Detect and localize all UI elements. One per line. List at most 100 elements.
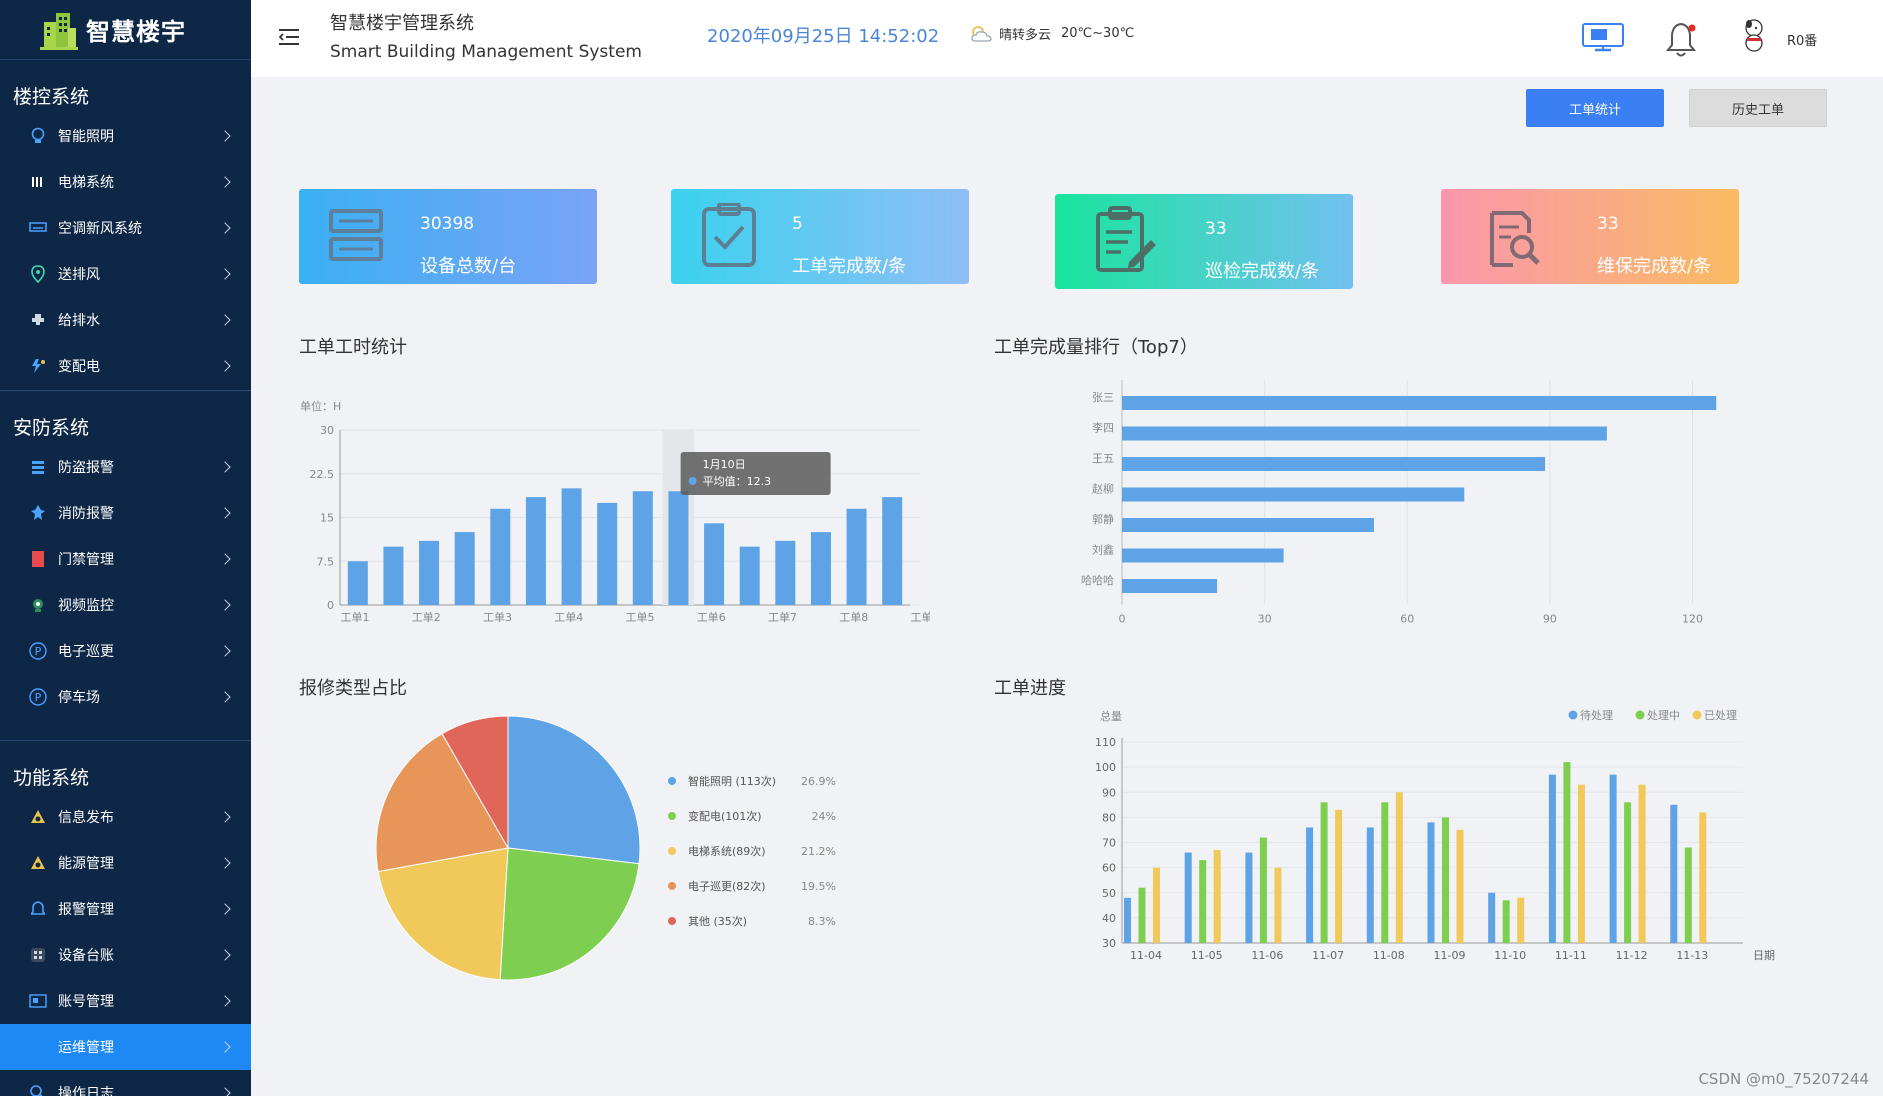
sidebar-item[interactable]: 变配电 xyxy=(0,343,251,389)
patrol-icon: P xyxy=(28,641,48,661)
monitor-icon[interactable] xyxy=(1581,20,1625,54)
bar xyxy=(347,561,368,605)
chevron-right-icon xyxy=(219,130,231,142)
user-name[interactable]: R0番 xyxy=(1787,30,1817,49)
sidebar-item[interactable]: 账号管理 xyxy=(0,978,251,1024)
nav-group: 功能系统 信息发布 能源管理 报警管理 设备台账 账号管理 运维管理 操作日志 xyxy=(0,741,251,1096)
sidebar-item-label: 送排风 xyxy=(58,267,100,283)
y-tick-label: 赵柳 xyxy=(1092,482,1114,496)
y-tick-label: 刘鑫 xyxy=(1092,543,1114,557)
chevron-right-icon xyxy=(219,360,231,372)
sidebar-item-label: 智能照明 xyxy=(58,129,114,145)
history-orders-button[interactable]: 历史工单 xyxy=(1689,89,1827,127)
stat-card-orders[interactable]: 5 工单完成数/条 xyxy=(671,189,969,284)
chevron-right-icon xyxy=(219,314,231,326)
sidebar-item-label: 运维管理 xyxy=(58,1040,114,1056)
sidebar-item[interactable]: 信息发布 xyxy=(0,794,251,840)
bar xyxy=(1306,827,1314,943)
chevron-right-icon xyxy=(219,645,231,657)
legend-label: 处理中 xyxy=(1647,709,1680,722)
sidebar-item[interactable]: P 电子巡更 xyxy=(0,628,251,674)
legend-marker xyxy=(668,917,676,925)
sidebar-item[interactable]: 送排风 xyxy=(0,251,251,297)
sidebar-item[interactable]: 空调新风系统 xyxy=(0,205,251,251)
legend-marker xyxy=(668,812,676,820)
stat-card-devices[interactable]: 30398 设备总数/台 xyxy=(299,189,597,284)
bar xyxy=(739,546,760,605)
bar xyxy=(1488,892,1496,943)
x-tick-label: 90 xyxy=(1543,613,1557,626)
x-tick-label: 30 xyxy=(1258,613,1272,626)
x-tick-label: 工单1 xyxy=(341,611,370,624)
server-icon xyxy=(329,209,383,261)
menu-toggle-icon[interactable] xyxy=(279,28,301,46)
legend-marker xyxy=(668,847,676,855)
bar xyxy=(1366,827,1374,943)
bar xyxy=(846,508,867,605)
nav-group: 楼控系统智能照明电梯系统空调新风系统送排风给排水 变配电 xyxy=(0,60,251,391)
y-tick-label: 张三 xyxy=(1092,391,1114,404)
legend-percent: 26.9% xyxy=(801,775,836,788)
x-tick-label: 11-04 xyxy=(1130,949,1162,962)
chevron-right-icon xyxy=(219,995,231,1007)
bar xyxy=(1274,867,1282,943)
sidebar-item-label: 能源管理 xyxy=(58,856,114,872)
sidebar-item-label: 电梯系统 xyxy=(58,175,114,191)
ac-icon xyxy=(28,218,48,238)
sidebar-item[interactable]: 视频监控 xyxy=(0,582,251,628)
sidebar-item[interactable]: 运维管理 xyxy=(0,1024,251,1070)
work-order-stats-button[interactable]: 工单统计 xyxy=(1526,89,1664,127)
legend-label: 智能照明 (113次) xyxy=(688,774,776,788)
hours-chart-title: 工单工时统计 xyxy=(299,337,407,358)
current-datetime: 2020年09月25日 14:52:02 xyxy=(707,26,940,47)
stat-value: 33 xyxy=(1205,219,1227,239)
document-search-icon xyxy=(1490,211,1540,267)
stat-card-maintenance[interactable]: 33 维保完成数/条 xyxy=(1441,189,1739,284)
y-tick-label: 0 xyxy=(327,599,334,612)
sidebar-item[interactable]: 报警管理 xyxy=(0,886,251,932)
sidebar-item[interactable]: 设备台账 xyxy=(0,932,251,978)
clipboard-edit-icon xyxy=(1096,206,1156,272)
bar xyxy=(1245,852,1253,943)
nav-group-title: 楼控系统 xyxy=(13,86,90,108)
sidebar-item[interactable]: P 停车场 xyxy=(0,674,251,720)
sidebar-item[interactable]: 消防报警 xyxy=(0,490,251,536)
repair-pie-chart: 智能照明 (113次) 26.9% 变配电(101次) 24% 电梯系统(89次) 21.… xyxy=(375,715,836,981)
bar xyxy=(1427,822,1435,943)
chevron-right-icon xyxy=(219,268,231,280)
bar xyxy=(561,488,582,605)
bar xyxy=(1684,847,1692,943)
bar xyxy=(1638,784,1646,943)
stat-label: 巡检完成数/条 xyxy=(1205,261,1320,282)
system-subtitle: Smart Building Management System xyxy=(330,42,642,62)
sidebar-item[interactable]: 防盗报警 xyxy=(0,444,251,490)
legend-marker xyxy=(668,777,676,785)
bar xyxy=(525,497,546,605)
chevron-right-icon xyxy=(219,949,231,961)
sidebar-item[interactable]: 电梯系统 xyxy=(0,159,251,205)
sidebar-item[interactable]: 门禁管理 xyxy=(0,536,251,582)
user-avatar-icon[interactable] xyxy=(1741,18,1767,52)
bar xyxy=(775,540,796,605)
x-tick-label: 11-11 xyxy=(1555,949,1587,962)
building-icon xyxy=(40,12,78,50)
sidebar-item[interactable]: 能源管理 xyxy=(0,840,251,886)
log-icon xyxy=(28,1083,48,1096)
system-title: 智慧楼宇管理系统 xyxy=(330,13,474,34)
bar xyxy=(810,532,831,605)
brand-logo[interactable]: 智慧楼宇 xyxy=(0,0,251,60)
chevron-right-icon xyxy=(219,857,231,869)
checklist-icon xyxy=(702,203,756,267)
bar xyxy=(1124,897,1131,943)
notification-bell-icon[interactable] xyxy=(1661,20,1701,60)
sidebar-item[interactable]: 智能照明 xyxy=(0,113,251,159)
stat-label: 设备总数/台 xyxy=(420,256,517,277)
sidebar-item-label: 停车场 xyxy=(58,690,100,706)
bar xyxy=(1442,817,1449,943)
sidebar-item[interactable]: 给排水 xyxy=(0,297,251,343)
stat-card-inspections[interactable]: 33 巡检完成数/条 xyxy=(1055,194,1353,289)
sidebar-item[interactable]: 操作日志 xyxy=(0,1070,251,1096)
sidebar-item-label: 电子巡更 xyxy=(58,644,114,660)
x-tick-label: 60 xyxy=(1400,613,1414,626)
y-tick-label: 90 xyxy=(1102,786,1116,799)
